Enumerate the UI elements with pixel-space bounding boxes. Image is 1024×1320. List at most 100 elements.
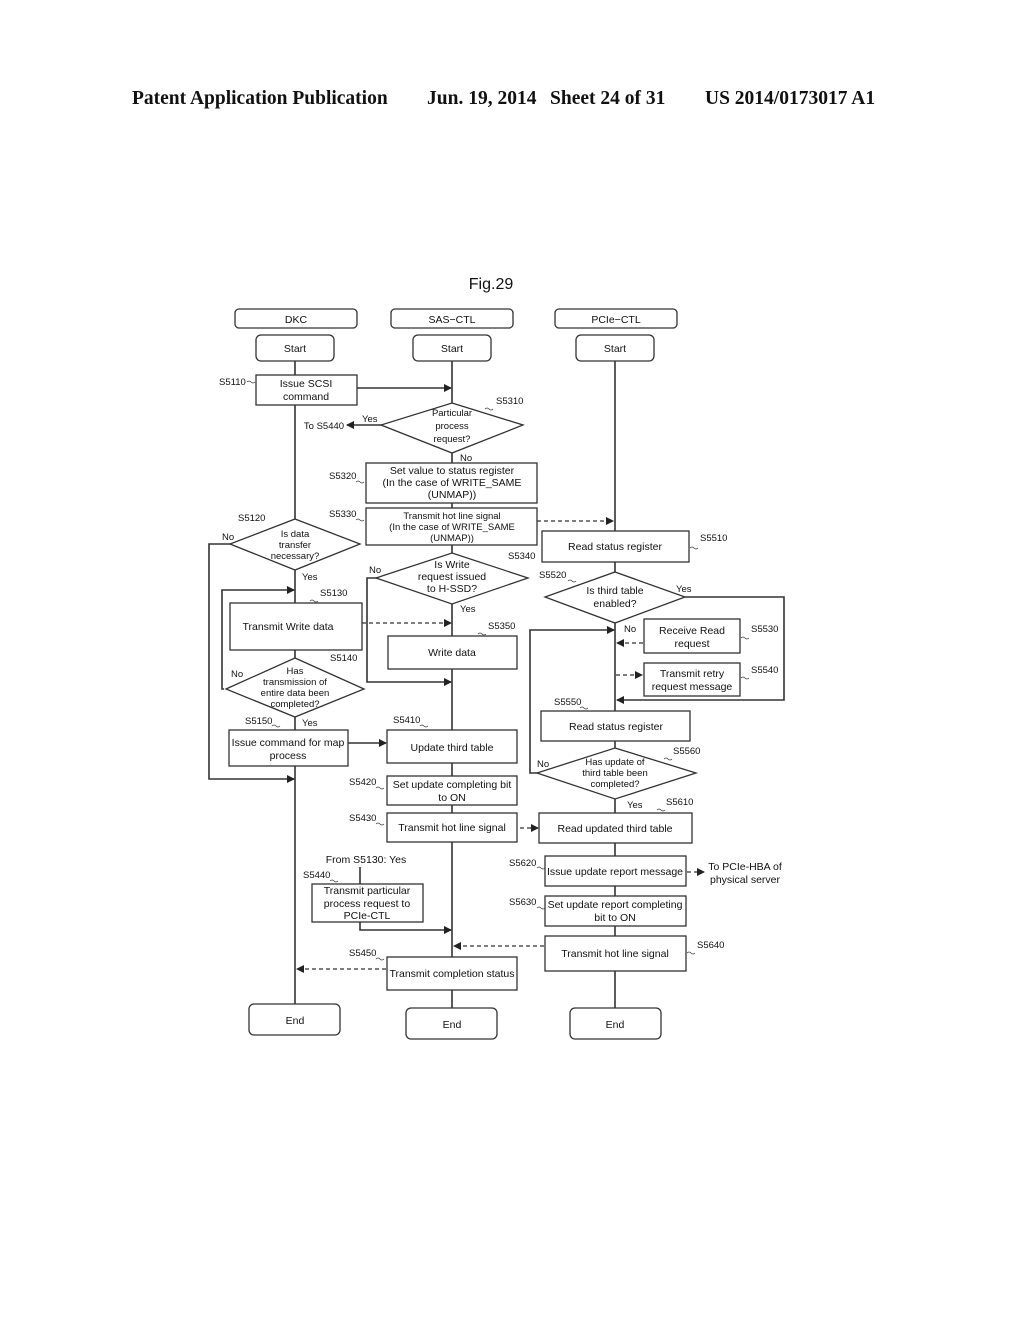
svg-text:S5540: S5540 [751,665,778,676]
svg-text:Transmit hot line signal: Transmit hot line signal [398,822,506,834]
svg-text:Start: Start [604,343,626,355]
step-s5620: Issue update report message S5620 [509,855,687,887]
svg-text:request?: request? [434,434,471,445]
label-yes: Yes [460,604,476,615]
lane-sas-ctl: SAS−CTL [390,308,514,329]
svg-text:Transmit completion status: Transmit completion status [389,968,514,980]
step-s5440: Transmit particular process request to P… [303,870,424,923]
svg-text:S5520: S5520 [539,570,566,581]
svg-text:completed?: completed? [270,699,319,710]
svg-text:entire data been: entire data been [261,688,330,699]
svg-text:Is Write: Is Write [434,559,470,571]
svg-text:Read status register: Read status register [569,721,663,733]
svg-text:Write data: Write data [428,647,476,659]
step-s5110: Issue SCSI command S5110 [219,374,358,406]
lane-pcie-ctl: PCIe−CTL [554,308,678,329]
svg-text:request message: request message [652,681,733,693]
svg-text:Set update report completing: Set update report completing [548,899,683,911]
svg-text:Transmit hot line signal: Transmit hot line signal [561,948,669,960]
svg-text:physical server: physical server [710,874,781,886]
svg-text:bit to ON: bit to ON [594,912,635,924]
svg-text:Read status register: Read status register [568,541,662,553]
svg-text:request: request [674,638,709,650]
lane-label: SAS−CTL [429,314,476,326]
svg-text:to H-SSD?: to H-SSD? [427,583,477,595]
svg-text:Particular: Particular [432,408,472,419]
svg-text:S5120: S5120 [238,513,265,524]
svg-text:S5550: S5550 [554,697,581,708]
label-no: No [369,565,381,576]
svg-text:End: End [286,1015,305,1027]
svg-text:PCIe-CTL: PCIe-CTL [344,910,391,922]
svg-text:S5630: S5630 [509,897,536,908]
label-no: No [231,669,243,680]
label-yes: Yes [676,584,692,595]
lane-dkc: DKC [234,308,358,329]
svg-text:Start: Start [441,343,463,355]
step-s5320: Set value to status register (In the cas… [329,462,538,504]
svg-text:process: process [435,421,469,432]
arrow-s5440-to-sas [359,922,452,934]
svg-text:S5530: S5530 [751,624,778,635]
flowchart: Fig.29 DKC SAS−CTL PCIe−CTL Start Start … [208,276,785,1040]
svg-text:Transmit hot line signal: Transmit hot line signal [403,511,500,522]
label-yes: Yes [627,800,643,811]
end-pcie: End [569,1007,662,1040]
svg-text:S5430: S5430 [349,813,376,824]
svg-text:Issue SCSI: Issue SCSI [280,378,333,390]
svg-text:Transmit Write data: Transmit Write data [242,621,333,633]
svg-text:S5620: S5620 [509,858,536,869]
step-s5530: Receive Read request S5530 [643,618,778,654]
end-dkc: End [248,1003,341,1036]
svg-text:Is third table: Is third table [586,585,643,597]
start-pcie: Start [575,334,655,362]
decision-s5310: Particular process request? S5310 Yes No [362,396,525,464]
svg-text:Has update of: Has update of [585,757,645,768]
svg-text:S5330: S5330 [329,509,356,520]
svg-text:to ON: to ON [438,792,465,804]
step-s5430: Transmit hot line signal S5430 [349,812,518,843]
pcie-hba-annotation: To PCIe-HBA of physical server [708,861,782,886]
svg-text:completed?: completed? [590,779,639,790]
svg-text:third table been: third table been [582,768,648,779]
svg-text:Issue command for map: Issue command for map [232,737,345,749]
svg-text:S5420: S5420 [349,777,376,788]
svg-text:S5410: S5410 [393,715,420,726]
svg-text:S5640: S5640 [697,940,724,951]
step-s5630: Set update report completing bit to ON S… [509,895,687,927]
svg-text:S5320: S5320 [329,471,356,482]
figure-title: Fig.29 [469,276,514,293]
svg-text:Update third table: Update third table [411,742,494,754]
step-s5640: Transmit hot line signal S5640 [544,935,724,972]
label-yes: Yes [302,718,318,729]
svg-text:S5340: S5340 [508,551,535,562]
label-yes: Yes [302,572,318,583]
end-sas: End [405,1007,498,1040]
svg-text:S5140: S5140 [330,653,357,664]
svg-text:End: End [443,1019,462,1031]
svg-text:(In the case of WRITE_SAME: (In the case of WRITE_SAME [389,522,515,533]
step-s5540: Transmit retry request message S5540 [643,662,778,697]
start-sas: Start [412,334,492,362]
step-s5150: Issue command for map process S5150 [228,716,349,767]
svg-text:S5610: S5610 [666,797,693,808]
svg-text:process request to: process request to [324,898,411,910]
svg-text:Is data: Is data [281,529,310,540]
svg-text:Has: Has [287,666,304,677]
start-dkc: Start [255,334,335,362]
svg-text:Set update completing bit: Set update completing bit [393,779,512,791]
svg-text:necessary?: necessary? [271,551,320,562]
label-no: No [222,532,234,543]
step-id: S5110 [219,377,246,388]
svg-text:(UNMAP)): (UNMAP)) [430,533,474,544]
svg-text:(UNMAP)): (UNMAP)) [428,489,476,501]
svg-text:S5350: S5350 [488,621,515,632]
lane-label: PCIe−CTL [591,314,640,326]
label-no: No [537,759,549,770]
svg-text:Transmit particular: Transmit particular [324,885,411,897]
svg-text:S5310: S5310 [496,396,523,407]
svg-text:request issued: request issued [418,571,486,583]
svg-text:To PCIe-HBA of: To PCIe-HBA of [708,861,782,873]
svg-text:Set value to status register: Set value to status register [390,465,515,477]
svg-text:S5150: S5150 [245,716,272,727]
